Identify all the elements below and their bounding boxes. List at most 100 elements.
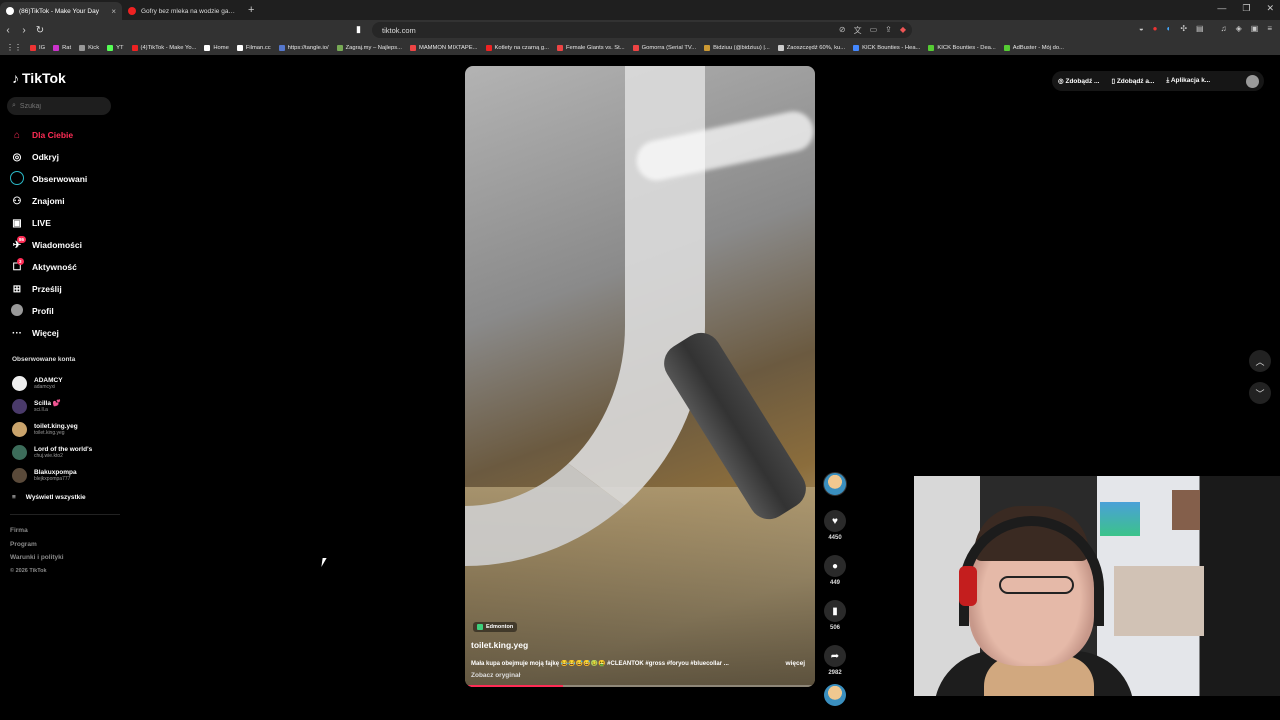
reload-icon[interactable]: ↻ [32, 25, 48, 36]
bookmark-favicon-icon [278, 44, 285, 51]
account-item[interactable]: ADAMCY adamcyxi [12, 372, 122, 395]
bookmark-item[interactable]: Home [204, 44, 229, 51]
music-disc-icon[interactable] [824, 684, 846, 706]
location-tag[interactable]: Edmonton [473, 622, 518, 632]
video-author[interactable]: toilet.king.yeg [471, 640, 528, 650]
like-button[interactable]: ♥ [824, 510, 846, 532]
bookmark-item[interactable]: Rat [53, 44, 71, 51]
address-actions: ⊘ 文 ▭ ⇪ ◆ [839, 25, 906, 36]
video-progress[interactable] [465, 685, 815, 687]
close-icon[interactable]: × [111, 7, 116, 16]
vpn-icon[interactable]: ◈ [1236, 24, 1242, 33]
sidebar-item-activity[interactable]: ☐ 3 Aktywność [10, 256, 120, 278]
account-item[interactable]: Scilla 💕 sci.ll.a [12, 395, 122, 418]
bookmark-icon[interactable]: ▮ [356, 24, 361, 35]
sidebar-item-label: Znajomi [32, 196, 65, 206]
footer-link-company[interactable]: Firma [10, 524, 64, 538]
account-item[interactable]: toilet.king.yeg toilet.king.yeg [12, 418, 122, 441]
bookmark-item[interactable]: Gomorra (Serial TV... [632, 44, 696, 51]
bookmark-item[interactable]: KICK Bounties - Hea... [853, 44, 920, 51]
close-window-button[interactable]: ✕ [1266, 3, 1274, 14]
cast-icon[interactable]: ▭ [870, 25, 878, 36]
new-tab-button[interactable]: + [248, 4, 254, 16]
music-icon[interactable]: ♫ [1221, 24, 1227, 33]
footer-link-terms[interactable]: Warunki i polityki [10, 551, 64, 565]
url-text[interactable]: tiktok.com [382, 26, 416, 35]
bookmark-item[interactable]: KICK Bounties - Dea... [928, 44, 996, 51]
bookmark-item[interactable]: Zagraj.my – Najleps... [336, 44, 402, 51]
show-all-button[interactable]: ≡ Wyświetl wszystkie [12, 489, 122, 505]
sidebar-item-for-you[interactable]: ⌂ Dla Ciebie [10, 124, 120, 146]
sidebar-item-explore[interactable]: ◎ Odkryj [10, 146, 120, 168]
next-video-button[interactable]: ﹀ [1249, 382, 1271, 404]
eye-off-icon[interactable]: ⊘ [839, 25, 846, 36]
get-coins-button[interactable]: ◎ Zdobądź ... [1058, 77, 1099, 85]
sidebar-footer: Firma Program Warunki i polityki © 2026 … [10, 524, 64, 577]
tab-tiktok[interactable]: (86)TikTok - Make Your Day × [0, 2, 122, 20]
bookmark-icon: ▮ [832, 605, 838, 617]
extension-icon[interactable]: ● [1153, 24, 1158, 33]
sidebar-item-friends[interactable]: ⚇ Znajomi [10, 190, 120, 212]
video-player[interactable]: Edmonton toilet.king.yeg Mała kupa obejm… [465, 66, 815, 687]
bookmark-item[interactable]: AdBuster - Mój do... [1003, 44, 1064, 51]
window-controls: — ❐ ✕ [1217, 3, 1274, 14]
share-icon[interactable]: ⇪ [885, 25, 892, 36]
sidebar-item-profile[interactable]: Profil [10, 300, 120, 322]
get-app-button[interactable]: ▯ Zdobądź a... [1111, 77, 1154, 85]
sidebar-item-upload[interactable]: ⊞ Prześlij [10, 278, 120, 300]
more-button[interactable]: więcej [785, 660, 805, 667]
search-input[interactable] [19, 102, 100, 110]
sidebar-item-live[interactable]: ▣ LIVE [10, 212, 120, 234]
bookmark-item[interactable]: Kick [79, 44, 99, 51]
apps-icon[interactable]: ⋮⋮ [6, 43, 22, 52]
wallet-icon[interactable]: ▣ [1251, 24, 1259, 33]
share-button[interactable]: ➦ [824, 645, 846, 667]
bookmark-item[interactable]: IG [30, 44, 45, 51]
sidebar-item-following[interactable]: Obserwowani [10, 168, 120, 190]
bookmark-item[interactable]: MAMMON MIXTAPE... [409, 44, 478, 51]
comment-button[interactable]: ● [824, 555, 846, 577]
bookmark-item[interactable]: https://tangle.io/ [278, 44, 329, 51]
see-original-button[interactable]: Zobacz oryginał [471, 672, 520, 679]
tiktok-logo[interactable]: ♪ TikTok [12, 70, 66, 86]
bookmark-item[interactable]: Zaoszczędź 60%, ku... [777, 44, 845, 51]
previous-video-button[interactable]: ︿ [1249, 350, 1271, 372]
sidebar-item-more[interactable]: ··· Więcej [10, 322, 120, 344]
bookmark-item[interactable]: Kotlety na czarną g... [485, 44, 549, 51]
forward-icon[interactable]: › [16, 25, 32, 36]
video-actions: ♥ 4450 ● 449 ▮ 506 ➦ 2982 [822, 472, 848, 706]
bookmark-item[interactable]: Bidziuu (@bidziuu) |... [704, 44, 770, 51]
avatar[interactable] [823, 472, 847, 496]
bookmark-item[interactable]: (4)TikTok - Make Yo... [131, 44, 196, 51]
puzzle-icon[interactable]: ✣ [1180, 24, 1187, 33]
footer-link-program[interactable]: Program [10, 538, 64, 552]
minimize-button[interactable]: — [1217, 3, 1226, 14]
tiktok-favicon-icon [6, 7, 14, 15]
bookmark-label: Bidziuu (@bidziuu) |... [713, 44, 770, 51]
bookmark-label: Kotlety na czarną g... [494, 44, 549, 51]
video-caption: Mała kupa obejmuje moją fajkę 😂😂😅😅🤢🤮 #CL… [471, 661, 729, 667]
bookmark-label: AdBuster - Mój do... [1012, 44, 1064, 51]
account-name: Blakuxpompa [34, 469, 77, 476]
extension-icon[interactable]: ◐ [1167, 24, 1172, 33]
sidebar-item-messages[interactable]: ✈ 86 Wiadomości [10, 234, 120, 256]
url-bar[interactable]: tiktok.com ⊘ 文 ▭ ⇪ ◆ [372, 22, 912, 38]
bookmark-favicon-icon [236, 44, 243, 51]
save-button[interactable]: ▮ [824, 600, 846, 622]
bookmark-item[interactable]: Female Giants vs. St... [556, 44, 625, 51]
tab-youtube[interactable]: Gofry bez mleka na wodzie gazowanej [122, 2, 244, 20]
menu-icon[interactable]: ≡ [1267, 24, 1272, 33]
avatar[interactable] [1246, 74, 1259, 88]
desktop-app-button[interactable]: ⤓ Aplikacja k... [1166, 77, 1210, 85]
back-icon[interactable]: ‹ [0, 25, 16, 36]
maximize-button[interactable]: ❐ [1242, 3, 1250, 14]
sidebar-icon[interactable]: ▤ [1196, 24, 1204, 33]
bookmark-item[interactable]: Filman.cc [236, 44, 271, 51]
brave-shield-icon[interactable]: ◆ [900, 25, 906, 36]
search-bar[interactable]: ⌕ [7, 97, 111, 115]
bookmark-item[interactable]: YT [107, 44, 124, 51]
extension-icon[interactable]: ◒ [1139, 24, 1144, 33]
account-item[interactable]: Blakuxpompa blejkxpompa777 [12, 464, 122, 487]
translate-icon[interactable]: 文 [854, 25, 862, 36]
account-item[interactable]: Lord of the world's chuj.wie.kto2 [12, 441, 122, 464]
